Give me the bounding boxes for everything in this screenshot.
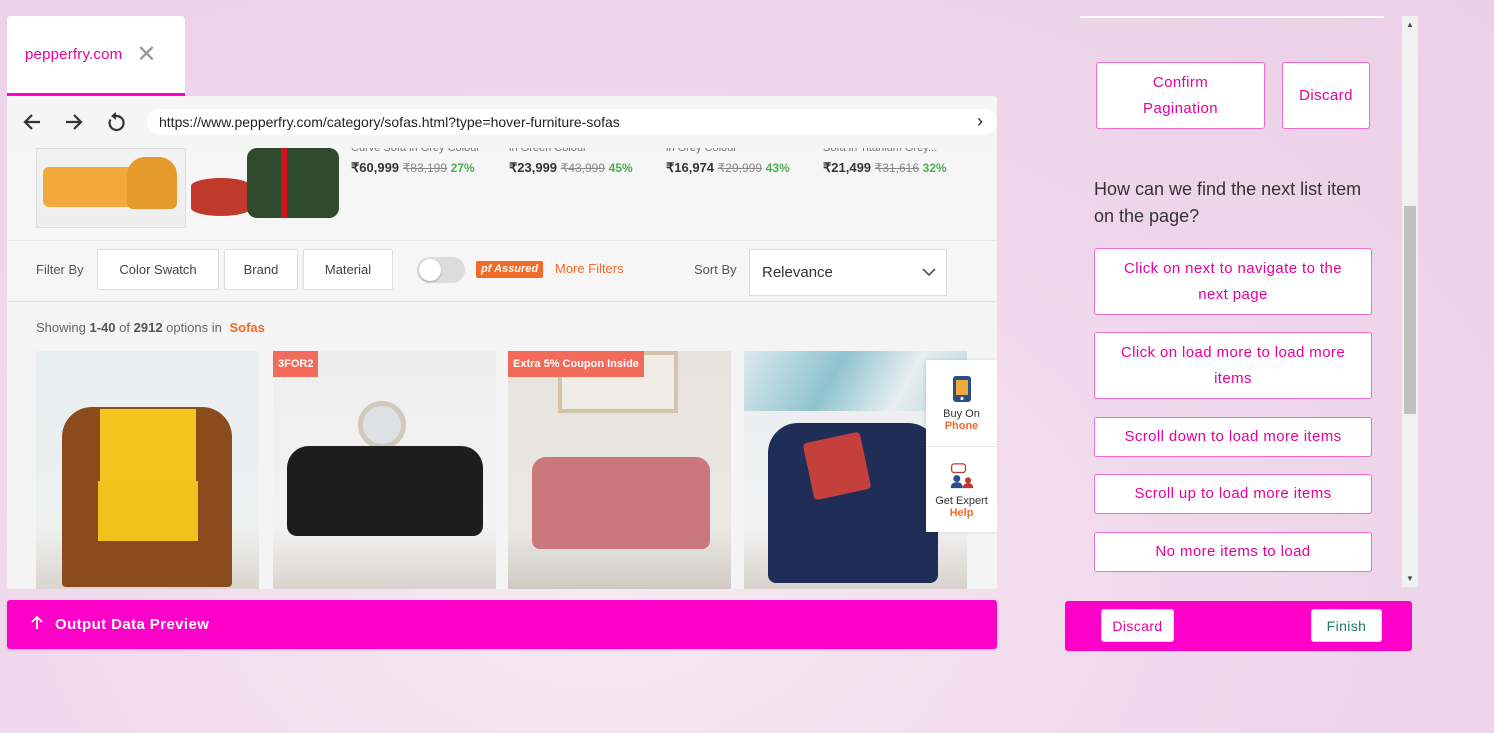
- chair-back-shape: [100, 409, 196, 484]
- discard-button[interactable]: Discard: [1282, 62, 1370, 129]
- deal-discount: 43%: [765, 161, 790, 175]
- option-load-more[interactable]: Click on load more to load more items: [1094, 332, 1372, 399]
- results-count: Showing 1-40 of 2912 options in Sofas: [36, 320, 265, 335]
- chevron-right-icon[interactable]: ›: [977, 111, 983, 132]
- cushion-shape: [802, 431, 872, 501]
- promo-gift-image[interactable]: [189, 148, 339, 220]
- url-text: https://www.pepperfry.com/category/sofas…: [159, 114, 620, 130]
- deal-discount: 27%: [450, 161, 475, 175]
- scroll-up-arrow-icon[interactable]: ▲: [1406, 20, 1414, 29]
- filter-material[interactable]: Material: [303, 249, 393, 290]
- get-expert-help-button[interactable]: Get Expert Help: [926, 446, 997, 532]
- product-card[interactable]: Extra 5% Coupon Inside: [508, 351, 731, 589]
- ribbon-shape: [281, 148, 287, 218]
- promo-strip: Curve Sofa in Grey Colour ₹60,999 ₹83,19…: [7, 142, 997, 240]
- expert-chat-icon: [949, 461, 975, 491]
- sort-value: Relevance: [762, 264, 833, 281]
- help-widget: Buy On Phone Get Expert Help: [926, 360, 997, 532]
- product-image: [532, 457, 710, 549]
- filter-color-swatch[interactable]: Color Swatch: [97, 249, 219, 290]
- option-scroll-down[interactable]: Scroll down to load more items: [1094, 417, 1372, 457]
- filter-by-label: Filter By: [36, 262, 84, 277]
- chair-shape: [247, 148, 339, 218]
- buy-on-phone-button[interactable]: Buy On Phone: [926, 360, 997, 446]
- phone-icon: [949, 374, 975, 404]
- deal-discount: 45%: [608, 161, 633, 175]
- filter-brand[interactable]: Brand: [224, 249, 298, 290]
- pf-assured-toggle[interactable]: [417, 257, 465, 283]
- option-no-more-items[interactable]: No more items to load: [1094, 532, 1372, 572]
- url-bar[interactable]: https://www.pepperfry.com/category/sofas…: [147, 109, 997, 135]
- chevron-down-icon: [922, 264, 936, 280]
- arrow-up-icon: [31, 615, 43, 634]
- output-data-preview-button[interactable]: Output Data Preview: [7, 600, 997, 649]
- product-card[interactable]: [36, 351, 259, 589]
- deal-mrp: ₹29,999: [717, 161, 763, 175]
- web-page-content: Curve Sofa in Grey Colour ₹60,999 ₹83,19…: [7, 142, 997, 589]
- deal-price: ₹16,974: [666, 160, 715, 175]
- phone-label: Phone: [944, 420, 979, 432]
- deal-mrp: ₹83,199: [402, 161, 448, 175]
- tab-label: pepperfry.com: [25, 46, 123, 63]
- scroll-down-arrow-icon[interactable]: ▼: [1406, 574, 1414, 583]
- close-icon[interactable]: ✕: [136, 42, 156, 67]
- showing-category[interactable]: Sofas: [229, 320, 264, 335]
- product-card[interactable]: 3FOR2: [273, 351, 496, 589]
- deal-price: ₹60,999: [351, 160, 400, 175]
- panel-scrollbar[interactable]: ▲ ▼: [1402, 16, 1418, 587]
- showing-options-in: options in: [166, 320, 222, 335]
- finish-button[interactable]: Finish: [1311, 609, 1382, 642]
- browser-window: https://www.pepperfry.com/category/sofas…: [7, 96, 997, 589]
- confirm-pagination-button[interactable]: Confirm Pagination: [1096, 62, 1265, 129]
- option-click-next[interactable]: Click on next to navigate to the next pa…: [1094, 248, 1372, 315]
- back-arrow-icon[interactable]: [11, 102, 53, 142]
- mirror-shape: [358, 401, 406, 449]
- pagination-panel: Confirm Pagination Discard How can we fi…: [1065, 16, 1418, 587]
- showing-prefix: Showing: [36, 320, 86, 335]
- table-shape: [191, 178, 251, 216]
- help-label: Help: [949, 506, 974, 519]
- output-data-preview-label: Output Data Preview: [55, 616, 210, 633]
- offer-badge: Extra 5% Coupon Inside: [508, 351, 644, 377]
- product-image: [287, 446, 483, 536]
- filter-bar: Filter By Color Swatch Brand Material pf…: [7, 240, 997, 302]
- chair-seat-shape: [98, 481, 198, 541]
- footer-discard-button[interactable]: Discard: [1101, 609, 1174, 642]
- more-filters-link[interactable]: More Filters: [555, 261, 624, 276]
- showing-of: of: [119, 320, 130, 335]
- sort-by-label: Sort By: [694, 262, 737, 277]
- deal-mrp: ₹31,616: [874, 161, 920, 175]
- sofa-arm-shape: [127, 157, 177, 209]
- promo-sofa-image[interactable]: [36, 148, 186, 228]
- divider: [1080, 16, 1384, 18]
- offer-badge: 3FOR2: [273, 351, 319, 377]
- browser-tab[interactable]: pepperfry.com ✕: [7, 16, 185, 96]
- deal-price: ₹23,999: [509, 160, 558, 175]
- deal-discount: 32%: [922, 161, 947, 175]
- option-scroll-up[interactable]: Scroll up to load more items: [1094, 474, 1372, 514]
- buy-on-label: Buy On: [943, 408, 980, 420]
- reload-icon[interactable]: [95, 102, 137, 142]
- showing-total: 2912: [133, 320, 163, 335]
- sort-select[interactable]: Relevance: [749, 249, 947, 296]
- browser-toolbar: https://www.pepperfry.com/category/sofas…: [7, 96, 997, 148]
- pagination-question: How can we find the next list item on th…: [1094, 179, 1362, 226]
- pf-assured-badge: pf Assured: [476, 261, 544, 278]
- deal-mrp: ₹43,999: [560, 161, 606, 175]
- deal-price: ₹21,499: [823, 160, 872, 175]
- footer-bar: Discard Finish: [1065, 601, 1412, 651]
- get-expert-label: Get Expert: [935, 494, 988, 507]
- forward-arrow-icon[interactable]: [53, 102, 95, 142]
- scrollbar-thumb[interactable]: [1404, 206, 1416, 414]
- showing-range: 1-40: [89, 320, 116, 335]
